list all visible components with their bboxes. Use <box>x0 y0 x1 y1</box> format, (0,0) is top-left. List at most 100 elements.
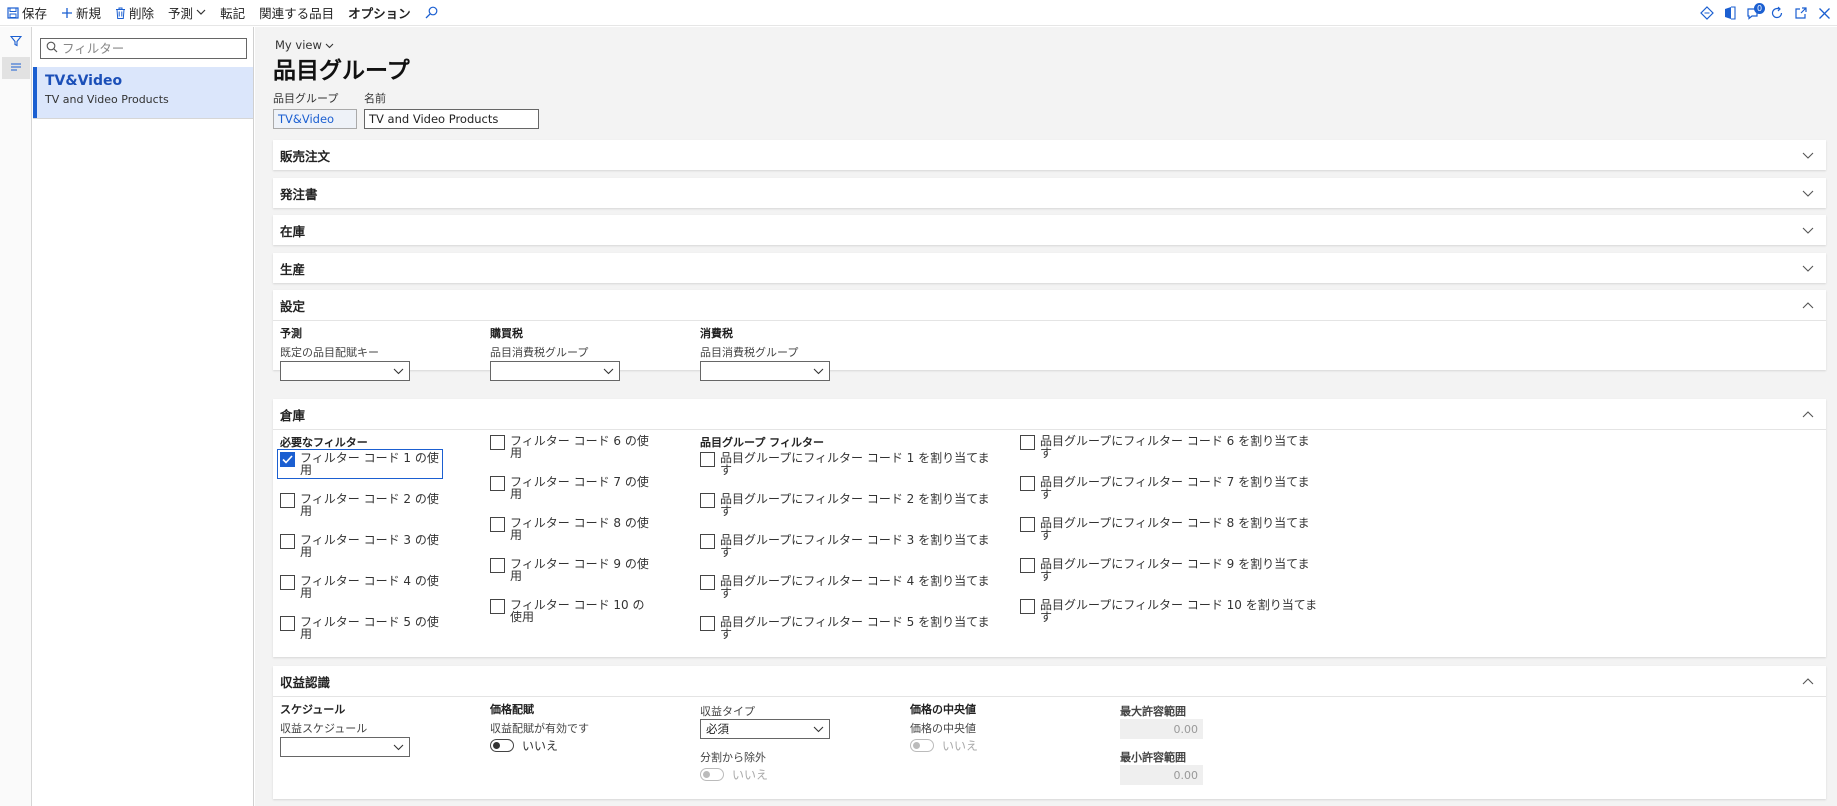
fasttab-setup-header[interactable]: 設定 <box>273 290 1826 320</box>
exclude-split-toggle[interactable]: いいえ <box>700 766 768 783</box>
checkbox-box <box>280 493 295 508</box>
save-button[interactable]: 保存 <box>0 0 54 26</box>
checkbox-box <box>1020 435 1035 450</box>
checkbox-label: フィルター コード 3 の使用 <box>300 533 439 559</box>
checkbox-label: フィルター コード 4 の使用 <box>300 574 439 600</box>
price-alloc-field-label: 収益配賦が有効です <box>490 722 589 735</box>
close-icon[interactable] <box>1818 7 1831 20</box>
diamond-icon[interactable] <box>1700 6 1714 20</box>
list-item[interactable]: TV&Video TV and Video Products <box>33 67 253 118</box>
notification-icon[interactable]: 0 <box>1746 3 1765 20</box>
purchase-tax-combo[interactable] <box>490 361 620 381</box>
chevron-up-icon <box>1802 407 1814 421</box>
checkbox-label: フィルター コード 6 の使用 <box>510 434 649 460</box>
list-filter[interactable] <box>40 38 247 59</box>
purchase-tax-field-label: 品目消費税グループ <box>490 346 589 359</box>
chevron-down-icon <box>1802 223 1814 237</box>
forecast-menu-button[interactable]: 予測 <box>161 0 213 26</box>
checkbox-label: 品目グループにフィルター コード 10 を割り当てます <box>1040 598 1318 624</box>
refresh-icon[interactable] <box>1770 6 1784 20</box>
filter-input[interactable] <box>62 41 232 56</box>
plus-icon <box>61 7 73 19</box>
fasttab-production[interactable]: 生産 <box>273 253 1826 283</box>
fasttab-revenue-header[interactable]: 収益認識 <box>273 666 1826 696</box>
filter-pane-button[interactable] <box>2 31 30 53</box>
sales-tax-combo[interactable] <box>700 361 830 381</box>
max-range-input[interactable]: 0.00 <box>1120 719 1203 739</box>
use-filter-code-checkbox[interactable]: フィルター コード 8 の使用 <box>490 517 650 541</box>
fasttab-inventory[interactable]: 在庫 <box>273 215 1826 245</box>
search-button[interactable] <box>418 0 445 26</box>
revenue-type-value: 必須 <box>706 722 729 736</box>
price-alloc-toggle[interactable]: いいえ <box>490 737 558 754</box>
chevron-down-icon <box>196 9 206 16</box>
checkbox-label: 品目グループにフィルター コード 2 を割り当てます <box>720 492 990 518</box>
fasttab-warehouse-body: 必要なフィルター 品目グループ フィルター フィルター コード 1 の使用 フィル… <box>273 429 1826 657</box>
save-icon <box>7 6 19 19</box>
assign-filter-code-checkbox[interactable]: 品目グループにフィルター コード 6 を割り当てます <box>1020 435 1320 459</box>
assign-filter-code-checkbox[interactable]: 品目グループにフィルター コード 10 を割り当てます <box>1020 599 1320 623</box>
use-filter-code-checkbox[interactable]: フィルター コード 10 の使用 <box>490 599 650 623</box>
use-filter-code-checkbox[interactable]: フィルター コード 1 の使用 <box>277 449 443 479</box>
checkbox-box <box>280 616 295 631</box>
page-title: 品目グループ <box>273 58 410 84</box>
fasttab-purchase-order[interactable]: 発注書 <box>273 178 1826 208</box>
fasttab-warehouse-header[interactable]: 倉庫 <box>273 399 1826 429</box>
checkbox-box <box>1020 476 1035 491</box>
options-tab[interactable]: オプション <box>341 0 418 26</box>
checkbox-label: 品目グループにフィルター コード 5 を割り当てます <box>720 615 990 641</box>
assign-filter-code-checkbox[interactable]: 品目グループにフィルター コード 3 を割り当てます <box>700 534 1000 558</box>
fasttab-revenue-body: スケジュール 収益スケジュール 価格配賦 収益配賦が有効です いいえ 収益タイプ… <box>273 696 1826 799</box>
revenue-type-combo[interactable]: 必須 <box>700 719 830 739</box>
toggle-switch <box>490 739 514 752</box>
office-icon[interactable] <box>1724 6 1736 20</box>
revenue-schedule-combo[interactable] <box>280 737 410 757</box>
item-group-value[interactable]: TV&Video <box>273 109 357 129</box>
checkbox-box <box>1020 558 1035 573</box>
open-new-window-icon[interactable] <box>1794 6 1808 20</box>
delete-button[interactable]: 削除 <box>108 0 161 26</box>
fasttab-sales-order[interactable]: 販売注文 <box>273 140 1826 170</box>
assign-filter-code-checkbox[interactable]: 品目グループにフィルター コード 1 を割り当てます <box>700 452 1000 476</box>
related-items-tab[interactable]: 関連する品目 <box>252 0 341 26</box>
checkbox-box <box>280 534 295 549</box>
fasttab-revenue-recognition: 収益認識 スケジュール 収益スケジュール 価格配賦 収益配賦が有効です いいえ … <box>273 666 1826 799</box>
use-filter-code-checkbox[interactable]: フィルター コード 2 の使用 <box>280 493 440 517</box>
related-items-label: 関連する品目 <box>259 6 335 21</box>
required-filters-title: 必要なフィルター <box>280 436 368 449</box>
assign-filter-code-checkbox[interactable]: 品目グループにフィルター コード 8 を割り当てます <box>1020 517 1320 541</box>
transfer-button[interactable]: 転記 <box>213 0 252 26</box>
fasttab-title: 発注書 <box>280 186 318 202</box>
checkbox-box <box>490 599 505 614</box>
assign-filter-code-checkbox[interactable]: 品目グループにフィルター コード 9 を割り当てます <box>1020 558 1320 582</box>
median-group-title: 価格の中央値 <box>910 703 976 716</box>
checkbox-label: 品目グループにフィルター コード 4 を割り当てます <box>720 574 990 600</box>
min-range-input[interactable]: 0.00 <box>1120 765 1203 785</box>
list-pane-button[interactable] <box>2 57 30 79</box>
use-filter-code-checkbox[interactable]: フィルター コード 4 の使用 <box>280 575 440 599</box>
fasttab-title: 収益認識 <box>280 674 331 690</box>
name-input[interactable]: TV and Video Products <box>364 109 539 129</box>
median-toggle[interactable]: いいえ <box>910 737 978 754</box>
use-filter-code-checkbox[interactable]: フィルター コード 9 の使用 <box>490 558 650 582</box>
assign-filter-code-checkbox[interactable]: 品目グループにフィルター コード 7 を割り当てます <box>1020 476 1320 500</box>
assign-filter-code-checkbox[interactable]: 品目グループにフィルター コード 2 を割り当てます <box>700 493 1000 517</box>
checkmark-icon <box>280 452 295 467</box>
use-filter-code-checkbox[interactable]: フィルター コード 3 の使用 <box>280 534 440 558</box>
action-pane: 保存 新規 削除 予測 転記 関連する品目 オプション 0 <box>0 0 1837 26</box>
use-filter-code-checkbox[interactable]: フィルター コード 6 の使用 <box>490 435 650 459</box>
my-view-selector[interactable]: My view <box>275 38 334 52</box>
use-filter-code-checkbox[interactable]: フィルター コード 5 の使用 <box>280 616 440 640</box>
assign-filter-code-checkbox[interactable]: 品目グループにフィルター コード 4 を割り当てます <box>700 575 1000 599</box>
use-filter-code-checkbox[interactable]: フィルター コード 7 の使用 <box>490 476 650 500</box>
trash-icon <box>115 7 126 19</box>
chevron-down-icon <box>1802 148 1814 162</box>
forecast-combo[interactable] <box>280 361 410 381</box>
new-button[interactable]: 新規 <box>54 0 108 26</box>
checkbox-box <box>490 435 505 450</box>
assign-filter-code-checkbox[interactable]: 品目グループにフィルター コード 5 を割り当てます <box>700 616 1000 640</box>
fasttab-title: 設定 <box>280 298 306 314</box>
checkbox-label: 品目グループにフィルター コード 9 を割り当てます <box>1040 557 1310 583</box>
my-view-label: My view <box>275 38 322 52</box>
fasttab-setup-body: 予測 既定の品目配賦キー 購買税 品目消費税グループ 消費税 品目消費税グループ <box>273 320 1826 381</box>
